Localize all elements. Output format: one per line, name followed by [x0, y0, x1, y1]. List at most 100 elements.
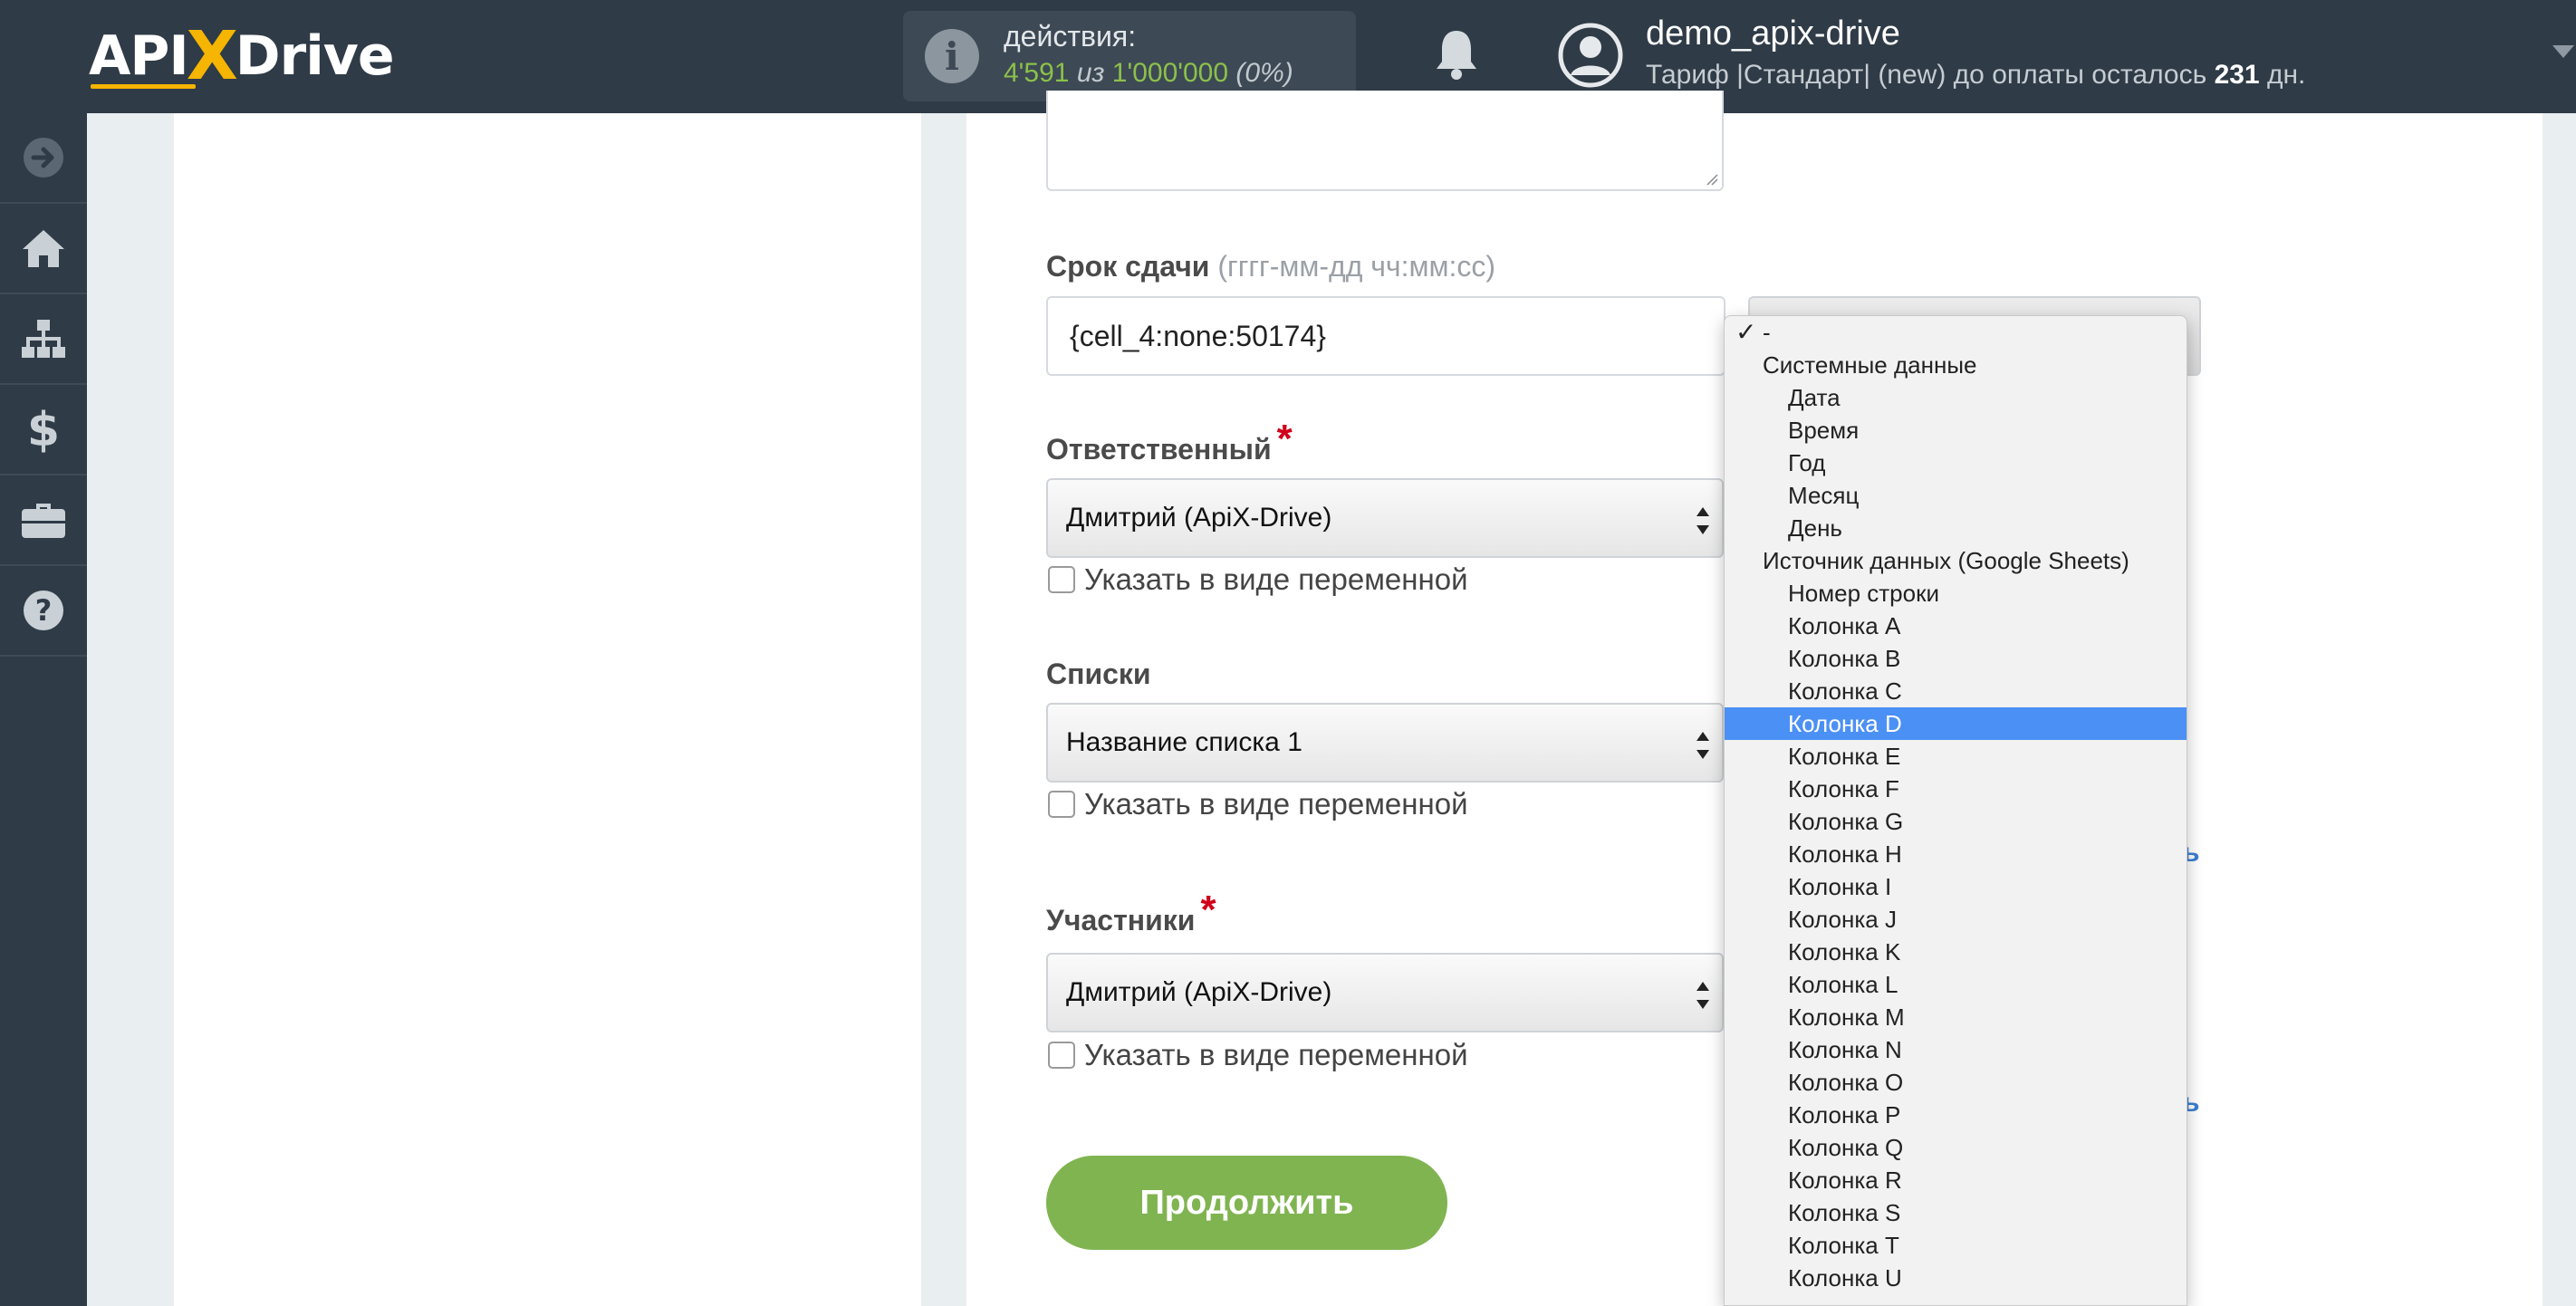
participants-label: Участники *: [1046, 888, 1216, 940]
lists-variable-label: Указать в виде переменной: [1084, 787, 1468, 821]
dropdown-option-label: Колонка P: [1788, 1101, 1901, 1128]
logo-text-api: API: [89, 24, 189, 88]
tariff-days: 231: [2214, 60, 2260, 90]
participants-variable-checkbox-row[interactable]: Указать в виде переменной: [1048, 1038, 1468, 1072]
participants-variable-checkbox[interactable]: [1048, 1042, 1075, 1069]
dropdown-option[interactable]: Колонка E: [1725, 740, 2187, 773]
dropdown-option-label: Дата: [1788, 384, 1841, 411]
dropdown-option[interactable]: Колонка N: [1725, 1033, 2187, 1066]
dropdown-option-label: Колонка J: [1788, 906, 1897, 933]
svg-text:?: ?: [35, 593, 53, 628]
dropdown-option[interactable]: Колонка C: [1725, 675, 2187, 707]
dropdown-option[interactable]: Колонка P: [1725, 1099, 2187, 1131]
dropdown-option[interactable]: Колонка B: [1725, 642, 2187, 675]
dropdown-option[interactable]: Колонка L: [1725, 968, 2187, 1001]
sidebar-item-projects[interactable]: [0, 475, 87, 566]
lists-label-text: Списки: [1046, 658, 1151, 690]
responsible-variable-checkbox[interactable]: [1048, 566, 1075, 593]
logo-underline: [91, 84, 196, 89]
arrow-right-circle-icon: [24, 138, 63, 178]
dropdown-option[interactable]: Колонка K: [1725, 936, 2187, 968]
dropdown-option-label: Колонка K: [1788, 938, 1901, 965]
dropdown-option[interactable]: Номер строки: [1725, 577, 2187, 610]
dropdown-option[interactable]: Месяц: [1725, 479, 2187, 512]
dropdown-group-label: Системные данные: [1725, 349, 2187, 381]
lists-select[interactable]: Название списка 1: [1046, 703, 1724, 783]
dropdown-option[interactable]: Колонка A: [1725, 610, 2187, 642]
checkmark-icon: ✓: [1735, 318, 1757, 346]
actions-total: 1'000'000: [1111, 58, 1229, 88]
participants-select[interactable]: Дмитрий (ApiX-Drive): [1046, 953, 1724, 1032]
dropdown-group-label: Источник данных (Google Sheets): [1725, 544, 2187, 577]
actions-value: 4'591 из 1'000'000 (0%): [1004, 58, 1293, 89]
description-textarea[interactable]: [1046, 91, 1724, 191]
continue-button[interactable]: Продолжить: [1046, 1156, 1447, 1250]
lists-label: Списки: [1046, 658, 1151, 691]
sidebar-item-expand[interactable]: [0, 113, 87, 204]
responsible-variable-checkbox-row[interactable]: Указать в виде переменной: [1048, 562, 1468, 597]
due-date-label: Срок сдачи (гггг-мм-дд чч:мм:сс): [1046, 250, 1495, 283]
required-mark: *: [1276, 417, 1293, 461]
apix-drive-logo[interactable]: API X Drive: [89, 17, 395, 95]
dropdown-option[interactable]: Дата: [1725, 381, 2187, 414]
dropdown-option[interactable]: Колонка R: [1725, 1164, 2187, 1196]
dropdown-option[interactable]: Колонка Q: [1725, 1131, 2187, 1164]
dropdown-option[interactable]: Колонка G: [1725, 805, 2187, 838]
lists-variable-checkbox-row[interactable]: Указать в виде переменной: [1048, 787, 1468, 821]
dropdown-option-label: Колонка O: [1788, 1069, 1904, 1096]
dropdown-option[interactable]: Колонка U: [1725, 1262, 2187, 1294]
user-menu-chevron-down-icon[interactable]: [2552, 45, 2574, 58]
dropdown-option-label: Колонка A: [1788, 612, 1901, 639]
sidebar: $ ?: [0, 113, 87, 1306]
dropdown-option-label: Колонка F: [1788, 775, 1899, 802]
sidebar-item-billing[interactable]: $: [0, 385, 87, 475]
dropdown-option-label: Колонка S: [1788, 1199, 1901, 1226]
select-arrows-icon: [1697, 732, 1709, 759]
dropdown-option-label: Системные данные: [1763, 351, 1977, 379]
participants-label-text: Участники: [1046, 904, 1196, 936]
dropdown-option[interactable]: Колонка O: [1725, 1066, 2187, 1099]
dropdown-option-label: Колонка Q: [1788, 1134, 1904, 1161]
sidebar-item-help[interactable]: ?: [0, 566, 87, 657]
dropdown-option-label: Месяц: [1788, 482, 1860, 509]
dropdown-option-label: Колонка D: [1788, 710, 1902, 737]
dropdown-option-label: Колонка N: [1788, 1036, 1902, 1063]
resize-handle-icon[interactable]: [1706, 173, 1718, 186]
participants-select-value: Дмитрий (ApiX-Drive): [1066, 977, 1332, 1007]
user-avatar-icon[interactable]: [1558, 23, 1623, 88]
dropdown-option[interactable]: Колонка I: [1725, 870, 2187, 903]
dropdown-option-label: -: [1763, 319, 1771, 346]
dropdown-option[interactable]: Время: [1725, 414, 2187, 447]
help-circle-icon: ?: [24, 591, 63, 630]
tariff-days-suffix: дн.: [2266, 60, 2306, 90]
bell-icon[interactable]: [1433, 27, 1480, 82]
dropdown-option[interactable]: Колонка S: [1725, 1196, 2187, 1229]
variable-dropdown-list[interactable]: ✓ - Системные данные Дата Время Год Месяц День И…: [1724, 315, 2187, 1306]
dropdown-option[interactable]: День: [1725, 512, 2187, 544]
dropdown-option-label: Колонка T: [1788, 1232, 1899, 1259]
user-name[interactable]: demo_apix-drive: [1646, 14, 1900, 53]
svg-text:$: $: [28, 404, 59, 455]
briefcase-icon: [22, 504, 65, 538]
dropdown-option-label: Колонка I: [1788, 873, 1892, 900]
dropdown-option[interactable]: Год: [1725, 447, 2187, 479]
select-arrows-icon: [1697, 982, 1709, 1009]
dropdown-option[interactable]: Колонка J: [1725, 903, 2187, 936]
responsible-select-value: Дмитрий (ApiX-Drive): [1066, 503, 1332, 533]
sidebar-item-home[interactable]: [0, 204, 87, 294]
actions-counter: i действия: 4'591 из 1'000'000 (0%): [903, 11, 1356, 101]
responsible-label: Ответственный *: [1046, 417, 1293, 469]
dropdown-option-label: Номер строки: [1788, 580, 1939, 607]
due-date-input[interactable]: {cell_4:none:50174}: [1046, 296, 1725, 376]
dropdown-option[interactable]: ✓ -: [1725, 316, 2187, 349]
dropdown-option[interactable]: Колонка M: [1725, 1001, 2187, 1033]
tariff-info: Тариф |Стандарт| (new) до оплаты осталос…: [1646, 60, 2305, 91]
lists-variable-checkbox[interactable]: [1048, 791, 1075, 818]
dropdown-option[interactable]: Колонка F: [1725, 773, 2187, 805]
dropdown-option[interactable]: Колонка T: [1725, 1229, 2187, 1262]
dropdown-option[interactable]: Колонка D: [1725, 707, 2187, 740]
sidebar-item-connections[interactable]: [0, 294, 87, 385]
dropdown-option-label: Колонка R: [1788, 1167, 1902, 1194]
responsible-select[interactable]: Дмитрий (ApiX-Drive): [1046, 478, 1724, 558]
dropdown-option[interactable]: Колонка H: [1725, 838, 2187, 870]
